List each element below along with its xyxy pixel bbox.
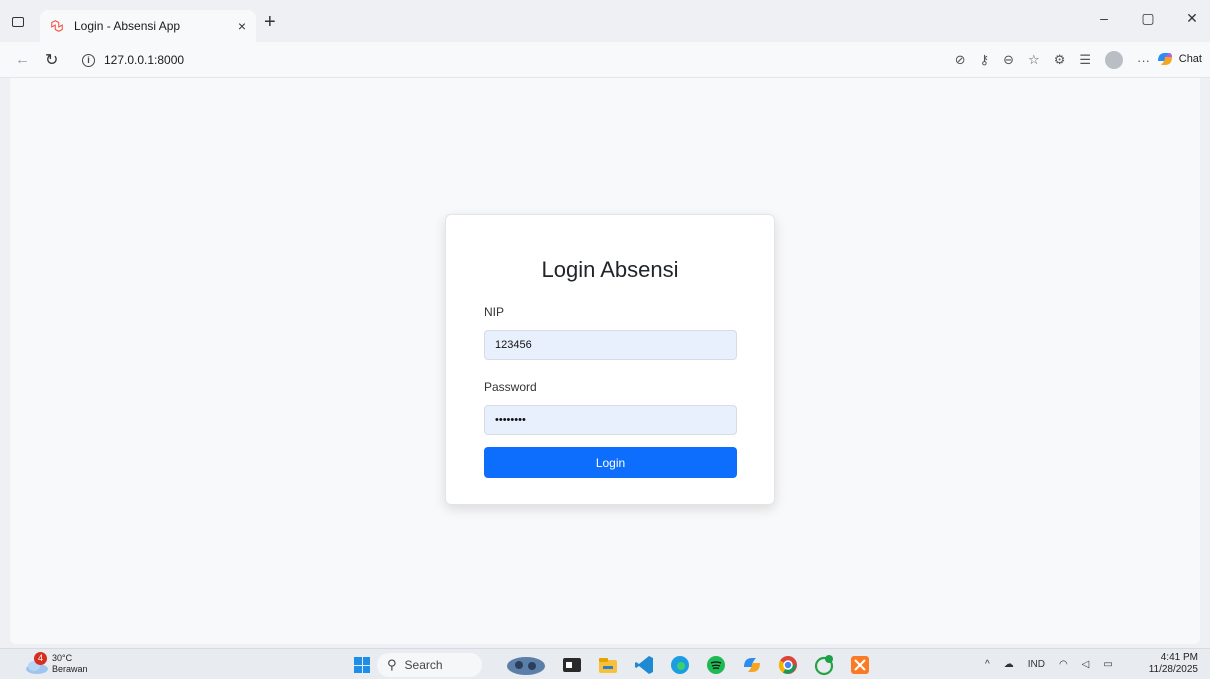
system-tray: ^ ☁ IND ◠ ◁ ▭ — [985, 659, 1113, 670]
taskbar-apps — [505, 654, 871, 676]
clock[interactable]: 4:41 PM 11/28/2025 — [1149, 652, 1198, 676]
terminal-icon[interactable] — [561, 654, 583, 676]
toolbar-icons: ⊘ ⚷ ⊖ ☆ ⚙ ☰ ··· — [955, 51, 1150, 69]
url-omnibox[interactable]: i 127.0.0.1:8000 — [74, 47, 874, 73]
new-tab-button[interactable]: + — [264, 12, 276, 32]
profile-avatar-icon[interactable] — [1105, 51, 1123, 69]
taskbar: 4 30°C Berawan ⚲ Search ^ ☁ IND ◠ ◁ ▭ 4:… — [0, 648, 1210, 679]
windows-start-icon[interactable] — [354, 657, 370, 673]
reload-icon[interactable]: ↻ — [45, 50, 58, 70]
login-button[interactable]: Login — [484, 447, 737, 478]
tracking-prevention-icon[interactable]: ⊘ — [955, 52, 966, 68]
favorite-star-icon[interactable]: ☆ — [1028, 52, 1040, 68]
url-text: 127.0.0.1:8000 — [104, 53, 185, 67]
tab-bar: Login - Absensi App × + – ▢ ✕ — [0, 0, 1210, 42]
login-title: Login Absensi — [541, 257, 679, 282]
nip-label: NIP — [484, 305, 505, 319]
tab-close-icon[interactable]: × — [238, 18, 246, 34]
search-icon: ⚲ — [387, 657, 397, 672]
zoom-icon[interactable]: ⊖ — [1003, 52, 1014, 68]
copilot-icon[interactable] — [741, 654, 763, 676]
taskbar-search[interactable]: ⚲ Search — [377, 653, 482, 677]
page-viewport: Login Absensi NIP Password Login — [10, 78, 1200, 644]
tab-title: Login - Absensi App — [74, 19, 181, 33]
taskview-gallery-icon[interactable] — [505, 654, 547, 676]
login-card: Login Absensi NIP Password Login — [445, 214, 775, 505]
chevron-up-icon[interactable]: ^ — [985, 659, 990, 670]
wifi-icon[interactable]: ◠ — [1059, 659, 1068, 670]
copilot-chat-button[interactable]: Chat — [1155, 49, 1202, 69]
address-bar: ← ↻ i 127.0.0.1:8000 ⊘ ⚷ ⊖ ☆ ⚙ ☰ ··· Cha… — [0, 42, 1210, 78]
xampp-icon[interactable] — [849, 654, 871, 676]
password-key-icon[interactable]: ⚷ — [980, 52, 990, 68]
back-arrow-icon[interactable]: ← — [15, 51, 30, 68]
laravel-favicon-icon — [51, 20, 63, 32]
weather-alert-badge: 4 — [34, 652, 47, 665]
password-input[interactable] — [484, 405, 737, 435]
spotify-icon[interactable] — [705, 654, 727, 676]
vscode-icon[interactable] — [633, 654, 655, 676]
weather-temp: 30°C — [52, 653, 73, 663]
copilot-logo-icon — [1157, 53, 1172, 65]
close-window-icon[interactable]: ✕ — [1184, 10, 1200, 27]
weather-desc: Berawan — [52, 664, 88, 674]
search-placeholder: Search — [404, 658, 443, 672]
chrome-icon[interactable] — [777, 654, 799, 676]
whatsapp-icon[interactable] — [813, 654, 835, 676]
file-explorer-icon[interactable] — [597, 654, 619, 676]
language-indicator[interactable]: IND — [1028, 659, 1045, 670]
edge-icon[interactable] — [669, 654, 691, 676]
sidebar-toggle-icon[interactable] — [12, 17, 24, 27]
minimize-icon[interactable]: – — [1096, 10, 1112, 27]
site-info-icon[interactable]: i — [82, 53, 95, 67]
nip-input[interactable] — [484, 330, 737, 360]
chat-label: Chat — [1178, 53, 1202, 65]
onedrive-cloud-icon[interactable]: ☁ — [1004, 659, 1014, 670]
weather-widget[interactable]: 4 30°C Berawan — [24, 652, 88, 675]
volume-icon[interactable]: ◁ — [1082, 659, 1090, 670]
window-controls: – ▢ ✕ — [1096, 10, 1200, 27]
clock-time: 4:41 PM — [1160, 652, 1198, 663]
clock-date: 11/28/2025 — [1148, 664, 1198, 675]
favorites-list-icon[interactable]: ☰ — [1079, 52, 1091, 68]
extensions-icon[interactable]: ⚙ — [1054, 52, 1066, 68]
maximize-icon[interactable]: ▢ — [1140, 10, 1156, 27]
browser-tab-active[interactable]: Login - Absensi App × — [40, 10, 256, 42]
cloud-weather-icon: 4 — [24, 652, 50, 675]
battery-icon[interactable]: ▭ — [1103, 659, 1112, 670]
more-menu-icon[interactable]: ··· — [1137, 53, 1150, 68]
password-label: Password — [484, 380, 537, 394]
